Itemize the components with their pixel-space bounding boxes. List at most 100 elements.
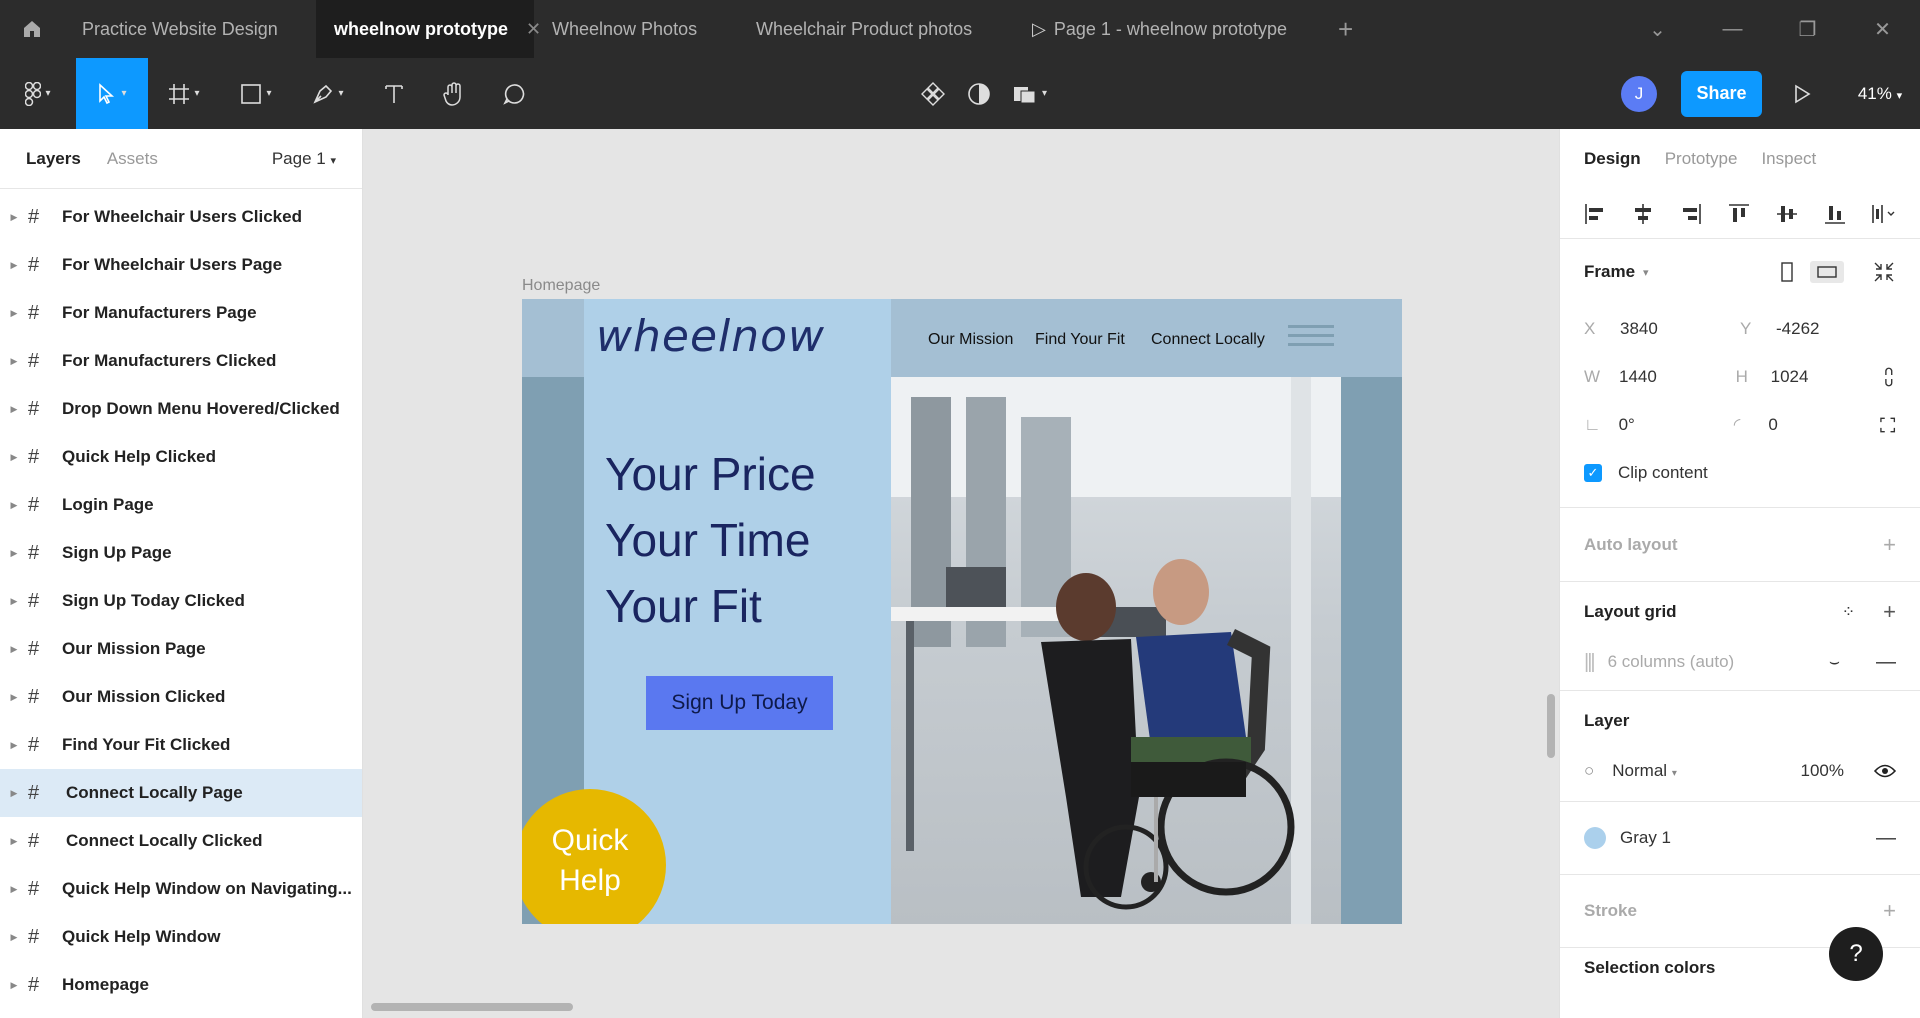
tab-wheelchair-product-photos[interactable]: Wheelchair Product photos xyxy=(738,0,1014,58)
expand-arrow-icon[interactable]: ▶ xyxy=(0,980,28,991)
avatar[interactable]: J xyxy=(1621,75,1657,112)
add-stroke-icon[interactable]: + xyxy=(1883,898,1896,924)
expand-arrow-icon[interactable]: ▶ xyxy=(0,596,28,607)
text-tool[interactable] xyxy=(364,58,424,129)
expand-arrow-icon[interactable]: ▶ xyxy=(0,452,28,463)
layer-item-selected[interactable]: ▶ # Connect Locally Page xyxy=(0,769,362,817)
tab-assets[interactable]: Assets xyxy=(107,149,158,169)
grid-row[interactable]: ||| 6 columns (auto) ⌣ — xyxy=(1584,642,1896,682)
sign-up-today-button[interactable]: Sign Up Today xyxy=(646,676,833,730)
close-window-icon[interactable]: ✕ xyxy=(1845,17,1920,42)
align-bottom-icon[interactable] xyxy=(1822,201,1848,227)
page-selector[interactable]: Page 1 ▾ xyxy=(272,149,336,169)
layer-item[interactable]: ▶ # Sign Up Today Clicked xyxy=(0,577,362,625)
expand-arrow-icon[interactable]: ▶ xyxy=(0,884,28,895)
align-left-icon[interactable] xyxy=(1582,201,1608,227)
pen-tool[interactable]: ▾ xyxy=(292,58,364,129)
constrain-proportions-icon[interactable] xyxy=(1882,366,1896,388)
fill-style-name[interactable]: Gray 1 xyxy=(1620,828,1671,848)
expand-arrow-icon[interactable]: ▶ xyxy=(0,788,28,799)
present-play-icon[interactable] xyxy=(1792,84,1812,104)
expand-arrow-icon[interactable]: ▶ xyxy=(0,932,28,943)
columns-grid-icon[interactable]: ||| xyxy=(1584,651,1596,674)
x-input[interactable]: 3840 xyxy=(1620,319,1740,339)
expand-arrow-icon[interactable]: ▶ xyxy=(0,644,28,655)
zoom-control[interactable]: 41% ▾ xyxy=(1840,84,1920,104)
layer-item[interactable]: ▶ # Quick Help Clicked xyxy=(0,433,362,481)
add-auto-layout-icon[interactable]: + xyxy=(1883,532,1896,558)
rotation-input[interactable]: 0° xyxy=(1619,415,1734,435)
expand-arrow-icon[interactable]: ▶ xyxy=(0,404,28,415)
layer-item[interactable]: ▶ # Quick Help Window xyxy=(0,913,362,961)
share-button[interactable]: Share xyxy=(1681,70,1762,117)
hand-tool[interactable] xyxy=(424,58,484,129)
align-vertical-center-icon[interactable] xyxy=(1774,201,1800,227)
design-canvas[interactable]: Homepage Your Price Your Time Your Fit S… xyxy=(363,129,1559,1018)
frame-title[interactable]: Frame xyxy=(1584,262,1635,282)
nav-our-mission[interactable]: Our Mission xyxy=(928,331,1013,349)
nav-find-your-fit[interactable]: Find Your Fit xyxy=(1035,331,1125,349)
mask-contrast-icon[interactable] xyxy=(966,81,992,107)
remove-fill-icon[interactable]: — xyxy=(1876,827,1896,850)
tab-design[interactable]: Design xyxy=(1584,149,1641,169)
component-icon[interactable] xyxy=(920,81,946,107)
home-button[interactable] xyxy=(0,0,64,58)
y-input[interactable]: -4262 xyxy=(1776,319,1891,339)
w-input[interactable]: 1440 xyxy=(1619,367,1736,387)
tab-layers[interactable]: Layers xyxy=(26,149,81,169)
layer-item[interactable]: ▶ # Homepage xyxy=(0,961,362,1009)
hidden-eye-icon[interactable]: ⌣ xyxy=(1829,652,1840,672)
layer-item[interactable]: ▶ # Login Page xyxy=(0,481,362,529)
homepage-frame[interactable]: Your Price Your Time Your Fit Sign Up To… xyxy=(522,299,1402,924)
h-input[interactable]: 1024 xyxy=(1771,367,1883,387)
clip-content-checkbox[interactable]: ✓ xyxy=(1584,464,1602,482)
horizontal-scrollbar[interactable] xyxy=(371,1003,573,1011)
layer-item[interactable]: ▶ # Our Mission Clicked xyxy=(0,673,362,721)
main-menu-button[interactable]: ▾ xyxy=(0,58,76,129)
grid-styles-icon[interactable]: ⁘ xyxy=(1842,602,1855,622)
tab-list-chevron-icon[interactable]: ⌄ xyxy=(1620,17,1695,42)
expand-arrow-icon[interactable]: ▶ xyxy=(0,356,28,367)
fill-swatch[interactable] xyxy=(1584,827,1606,849)
tab-prototype[interactable]: Prototype xyxy=(1665,149,1738,169)
expand-arrow-icon[interactable]: ▶ xyxy=(0,692,28,703)
blend-mode-select[interactable]: Normal ▾ xyxy=(1612,761,1677,781)
distribute-icon[interactable] xyxy=(1870,201,1896,227)
frame-label[interactable]: Homepage xyxy=(522,277,600,295)
layer-item[interactable]: ▶ # Drop Down Menu Hovered/Clicked xyxy=(0,385,362,433)
hamburger-menu-icon[interactable] xyxy=(1288,325,1334,347)
expand-arrow-icon[interactable]: ▶ xyxy=(0,260,28,271)
frame-tool[interactable]: ▾ xyxy=(148,58,220,129)
comment-tool[interactable] xyxy=(484,58,544,129)
shape-tool[interactable]: ▾ xyxy=(220,58,292,129)
new-tab-button[interactable]: + xyxy=(1320,14,1371,45)
layer-item[interactable]: ▶ # Connect Locally Clicked xyxy=(0,817,362,865)
expand-arrow-icon[interactable]: ▶ xyxy=(0,836,28,847)
align-horizontal-center-icon[interactable] xyxy=(1630,201,1656,227)
align-right-icon[interactable] xyxy=(1678,201,1704,227)
tab-practice-website-design[interactable]: Practice Website Design xyxy=(64,0,316,58)
layer-item[interactable]: ▶ # Quick Help Window on Navigating... xyxy=(0,865,362,913)
expand-arrow-icon[interactable]: ▶ xyxy=(0,212,28,223)
move-tool[interactable]: ▾ xyxy=(76,58,148,129)
nav-connect-locally[interactable]: Connect Locally xyxy=(1151,331,1265,349)
layer-item[interactable]: ▶ # For Manufacturers Clicked xyxy=(0,337,362,385)
layer-item[interactable]: ▶ # Sign Up Page xyxy=(0,529,362,577)
tab-page1-prototype[interactable]: ▷ Page 1 - wheelnow prototype xyxy=(1014,0,1320,58)
restore-icon[interactable]: ❐ xyxy=(1770,17,1845,42)
vertical-scrollbar[interactable] xyxy=(1547,694,1555,758)
landscape-toggle[interactable] xyxy=(1810,261,1844,283)
chevron-down-icon[interactable]: ▾ xyxy=(1643,266,1649,279)
tab-wheelnow-photos[interactable]: Wheelnow Photos xyxy=(534,0,738,58)
align-top-icon[interactable] xyxy=(1726,201,1752,227)
independent-corners-icon[interactable] xyxy=(1879,416,1896,434)
layer-item[interactable]: ▶ # For Wheelchair Users Clicked xyxy=(0,193,362,241)
tab-inspect[interactable]: Inspect xyxy=(1761,149,1816,169)
tab-wheelnow-prototype[interactable]: wheelnow prototype ✕ xyxy=(316,0,541,58)
minimize-icon[interactable]: — xyxy=(1695,18,1770,41)
resize-to-fit-icon[interactable] xyxy=(1872,260,1896,284)
help-button[interactable]: ? xyxy=(1829,927,1883,981)
visibility-eye-icon[interactable] xyxy=(1874,763,1896,779)
remove-grid-icon[interactable]: — xyxy=(1876,651,1896,674)
expand-arrow-icon[interactable]: ▶ xyxy=(0,740,28,751)
